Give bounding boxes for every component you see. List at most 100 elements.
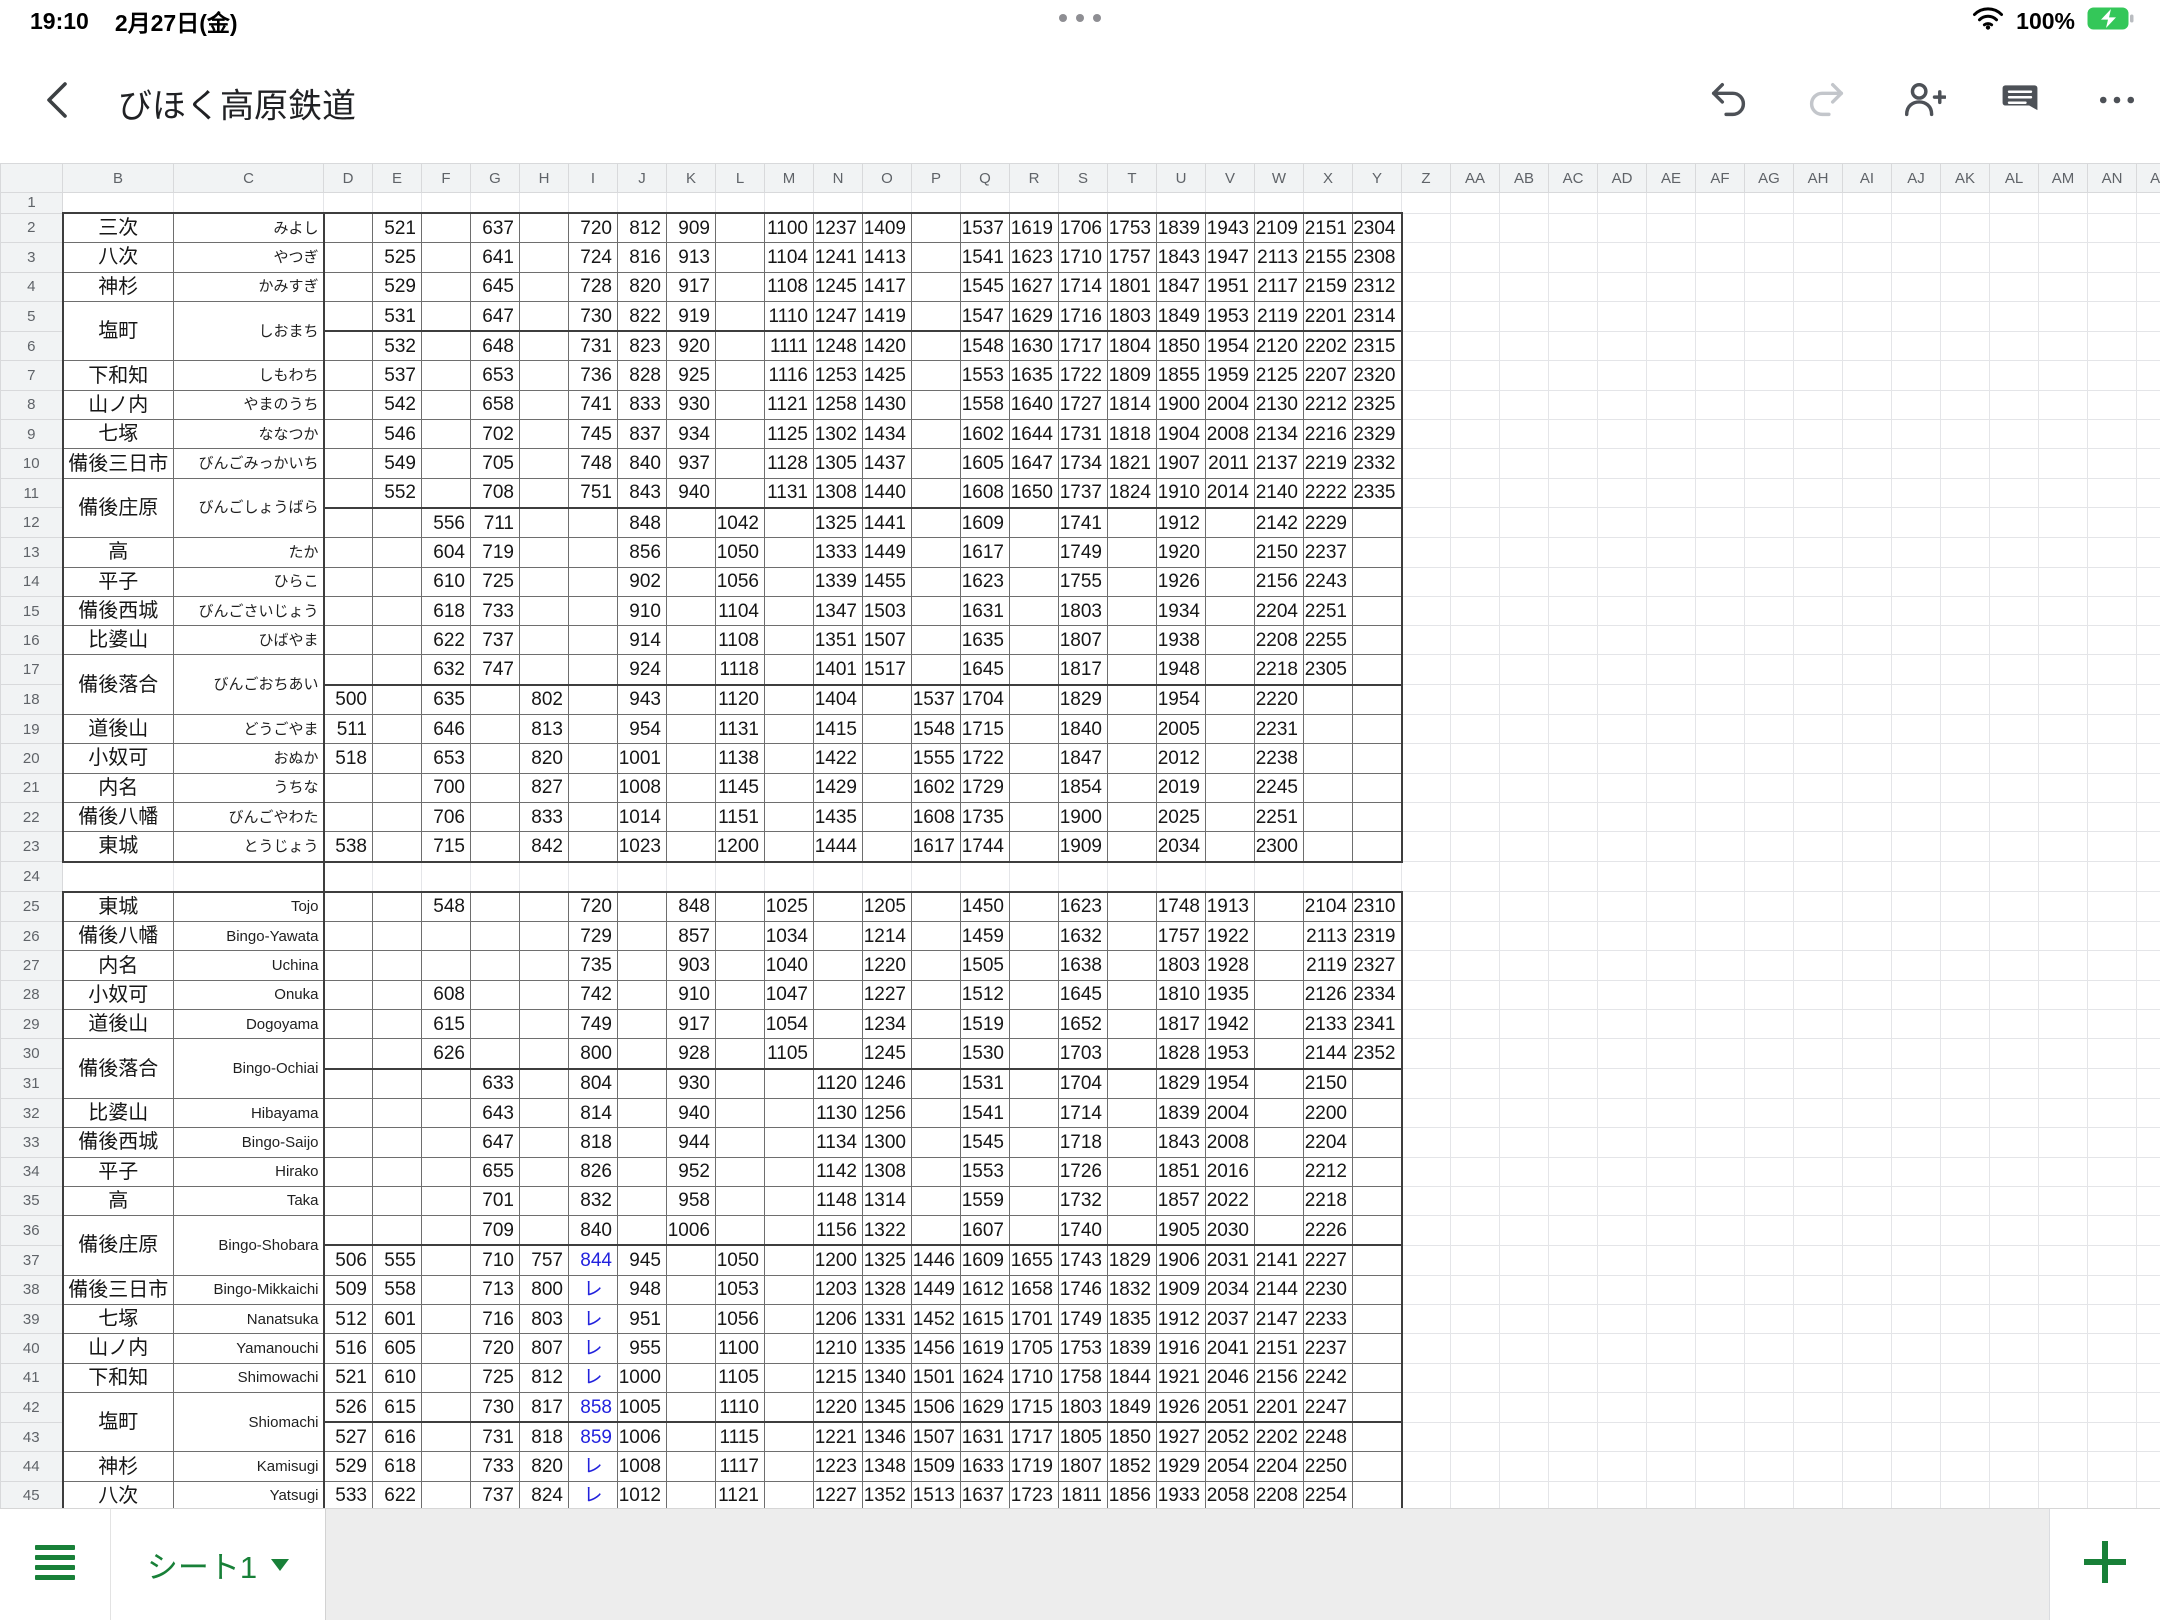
cell[interactable]	[1402, 1039, 1451, 1069]
undo-button[interactable]	[1706, 80, 1752, 126]
cell[interactable]	[1353, 1128, 1402, 1157]
cell[interactable]	[1696, 390, 1745, 419]
cell[interactable]	[1990, 1010, 2039, 1039]
cell[interactable]	[1549, 213, 1598, 243]
cell[interactable]: 646	[422, 715, 471, 744]
cell[interactable]	[569, 715, 618, 744]
cell[interactable]	[1353, 1452, 1402, 1481]
cell[interactable]	[324, 1069, 373, 1099]
cell[interactable]	[1990, 922, 2039, 951]
cell[interactable]	[1990, 1039, 2039, 1069]
station-cell[interactable]: 高	[63, 1186, 174, 1215]
cell[interactable]: 1743	[1059, 1245, 1108, 1275]
cell[interactable]	[1843, 1481, 1892, 1508]
cell[interactable]: 2242	[1304, 1363, 1353, 1392]
cell[interactable]	[1549, 1157, 1598, 1186]
cell[interactable]	[1843, 213, 1892, 243]
cell[interactable]	[569, 567, 618, 596]
cell[interactable]	[1745, 892, 1794, 922]
cell[interactable]: 2218	[1304, 1186, 1353, 1215]
cell[interactable]: 848	[667, 892, 716, 922]
column-header[interactable]: AI	[1843, 164, 1892, 193]
cell[interactable]: 833	[618, 390, 667, 419]
station-reading-cell[interactable]: びんごみっかいち	[174, 449, 324, 478]
cell[interactable]	[2137, 744, 2160, 773]
cell[interactable]	[1402, 951, 1451, 980]
cell[interactable]	[1843, 1186, 1892, 1215]
cell[interactable]: 1541	[961, 243, 1010, 272]
cell[interactable]	[1402, 1186, 1451, 1215]
cell[interactable]	[324, 1010, 373, 1039]
cell[interactable]	[324, 213, 373, 243]
cell[interactable]: 928	[667, 1039, 716, 1069]
cell[interactable]	[1549, 390, 1598, 419]
station-reading-cell[interactable]: Yatsugi	[174, 1481, 324, 1508]
cell[interactable]: 2208	[1255, 1481, 1304, 1508]
cell[interactable]	[1941, 243, 1990, 272]
cell[interactable]	[520, 361, 569, 390]
station-cell[interactable]: 八次	[63, 1481, 174, 1508]
cell[interactable]	[1402, 715, 1451, 744]
cell[interactable]: 1227	[814, 1481, 863, 1508]
cell[interactable]: 924	[618, 655, 667, 685]
cell[interactable]	[1892, 538, 1941, 567]
cell[interactable]	[1696, 420, 1745, 449]
cell[interactable]	[1206, 773, 1255, 802]
cell[interactable]: 1302	[814, 420, 863, 449]
cell[interactable]: 2327	[1353, 951, 1402, 980]
cell[interactable]: 1121	[716, 1481, 765, 1508]
cell[interactable]: 2208	[1255, 626, 1304, 655]
cell[interactable]: 1947	[1206, 243, 1255, 272]
cell[interactable]	[1255, 922, 1304, 951]
row-header[interactable]: 26	[1, 922, 63, 951]
cell[interactable]	[2137, 832, 2160, 862]
cell[interactable]	[2039, 361, 2088, 390]
cell[interactable]	[912, 892, 961, 922]
cell[interactable]	[2137, 193, 2160, 214]
cell[interactable]	[422, 478, 471, 508]
row-header[interactable]: 29	[1, 1010, 63, 1039]
cell[interactable]	[1598, 243, 1647, 272]
cell[interactable]	[1892, 243, 1941, 272]
row-header[interactable]: 25	[1, 892, 63, 922]
cell[interactable]	[1598, 862, 1647, 892]
cell[interactable]: 1006	[667, 1216, 716, 1246]
cell[interactable]	[667, 1334, 716, 1363]
cell[interactable]: 1717	[1059, 331, 1108, 361]
cell[interactable]	[324, 1128, 373, 1157]
cell[interactable]	[422, 1186, 471, 1215]
station-cell[interactable]: 平子	[63, 1157, 174, 1186]
station-cell[interactable]: 備後八幡	[63, 922, 174, 951]
cell[interactable]: 1008	[618, 1452, 667, 1481]
station-cell[interactable]: 備後三日市	[63, 1275, 174, 1304]
cell[interactable]	[1304, 832, 1353, 862]
cell[interactable]	[1696, 331, 1745, 361]
cell[interactable]	[1745, 862, 1794, 892]
cell[interactable]: 1803	[1108, 301, 1157, 331]
cell[interactable]	[324, 449, 373, 478]
cell[interactable]	[667, 1245, 716, 1275]
cell[interactable]	[765, 1275, 814, 1304]
cell[interactable]	[716, 213, 765, 243]
cell[interactable]: 2016	[1206, 1157, 1255, 1186]
cell[interactable]	[1647, 272, 1696, 301]
cell[interactable]: 1104	[716, 596, 765, 625]
cell[interactable]: 1348	[863, 1452, 912, 1481]
cell[interactable]	[422, 1452, 471, 1481]
row-header[interactable]: 3	[1, 243, 63, 272]
cell[interactable]: 1749	[1059, 1304, 1108, 1333]
cell[interactable]: 705	[471, 449, 520, 478]
cell[interactable]	[471, 922, 520, 951]
cell[interactable]	[1010, 892, 1059, 922]
cell[interactable]	[2088, 1216, 2137, 1246]
cell[interactable]	[1255, 1216, 1304, 1246]
cell[interactable]	[1696, 361, 1745, 390]
cell[interactable]: 1108	[716, 626, 765, 655]
cell[interactable]	[1990, 301, 2039, 331]
cell[interactable]: 818	[520, 1422, 569, 1452]
cell[interactable]	[814, 980, 863, 1009]
cell[interactable]	[1990, 420, 2039, 449]
cell[interactable]: 1933	[1157, 1481, 1206, 1508]
cell[interactable]	[1353, 1186, 1402, 1215]
cell[interactable]	[569, 655, 618, 685]
